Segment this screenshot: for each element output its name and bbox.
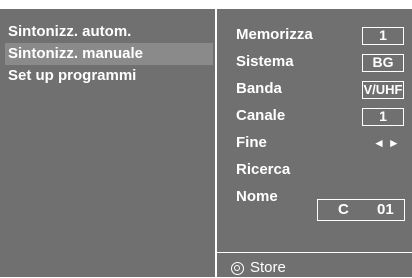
sistema-value[interactable]: BG [362,54,404,72]
tv-menu-screen: Sintonizz. autom. Sintonizz. manuale Set… [0,9,412,277]
menu-list: Sintonizz. autom. Sintonizz. manuale Set… [5,9,213,277]
nome-field[interactable]: C 01 [317,199,405,221]
store-button[interactable]: Store [231,258,286,278]
memorizza-value[interactable]: 1 [362,27,404,45]
menu-item-manual-tuning[interactable]: Sintonizz. manuale [5,43,213,65]
ricerca-label: Ricerca [236,161,291,178]
store-button-icon [231,261,244,275]
sistema-label: Sistema [236,53,294,70]
canale-label: Canale [236,107,286,124]
fine-arrows-icon[interactable]: ◄► [373,133,403,153]
nome-number: 01 [377,201,394,218]
canale-value[interactable]: 1 [362,108,404,126]
banda-value[interactable]: V/UHF [362,81,404,99]
banda-label: Banda [236,80,282,97]
nome-prefix: C [338,201,349,218]
menu-item-program-setup[interactable]: Set up programmi [5,65,213,87]
nome-label: Nome [236,188,278,205]
store-label: Store [250,259,286,276]
settings-panel: Memorizza 1 Sistema BG Banda V/UHF Canal… [217,9,412,277]
footer-divider [217,252,412,253]
menu-item-auto-tuning[interactable]: Sintonizz. autom. [5,21,213,43]
fine-label: Fine [236,134,267,151]
memorizza-label: Memorizza [236,26,313,43]
